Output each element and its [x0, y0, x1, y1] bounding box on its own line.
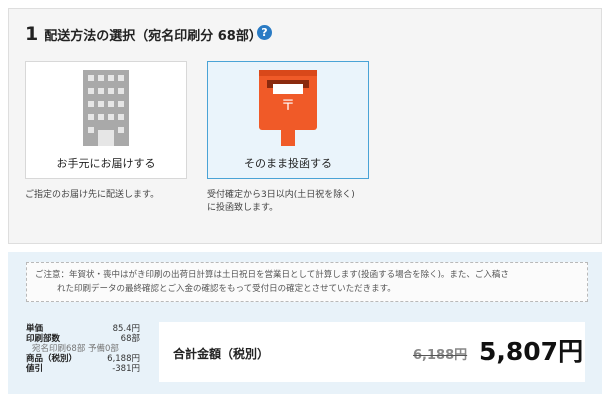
delivery-method-section: 1 配送方法の選択（宛名印刷分 68部） ? お手元にお届けする ご指定のお届け…: [8, 8, 602, 244]
discount-row: 値引 -381円: [26, 364, 140, 374]
print-count-sub-row: 宛名印刷68部 予備0部: [26, 344, 140, 354]
print-count-row: 印刷部数 68部: [26, 334, 140, 344]
unit-price-row: 単価 85.4円: [26, 324, 140, 334]
price-breakdown: 単価 85.4円 印刷部数 68部 宛名印刷68部 予備0部 商品（税別） 6,…: [26, 324, 140, 374]
option-deliver-to-hand[interactable]: お手元にお届けする: [25, 61, 187, 179]
svg-text:〒: 〒: [281, 98, 295, 114]
final-price: 5,807円: [479, 337, 584, 366]
section-number: 1: [25, 23, 39, 45]
notice-box: ご注意：年賀状・喪中はがき印刷の出荷日計算は土日祝日を営業日として計算します(投…: [26, 262, 588, 302]
unit-price-value: 85.4円: [112, 324, 140, 334]
building-icon: [83, 70, 129, 150]
goods-value: 6,188円: [107, 354, 140, 364]
total-label: 合計金額（税別）: [173, 347, 270, 361]
print-count-value: 68部: [120, 334, 140, 344]
question-icon[interactable]: ?: [257, 25, 272, 40]
print-count-label: 印刷部数: [26, 334, 61, 344]
option-label-post: そのまま投函する: [244, 157, 332, 170]
notice-line-2: れた印刷データの最終確認とご入金の確認をもって受付日の確定とさせていただきます。: [57, 284, 396, 294]
notice-line-1: ご注意：年賀状・喪中はがき印刷の出荷日計算は土日祝日を営業日として計算します(投…: [35, 270, 509, 280]
unit-price-label: 単価: [26, 324, 44, 334]
price-summary-section: ご注意：年賀状・喪中はがき印刷の出荷日計算は土日祝日を営業日として計算します(投…: [8, 252, 602, 394]
option-description-deliver: ご指定のお届け先に配送します。: [25, 190, 160, 200]
print-count-detail: 宛名印刷68部 予備0部: [32, 344, 119, 354]
goods-row: 商品（税別） 6,188円: [26, 354, 140, 364]
goods-label: 商品（税別）: [26, 354, 78, 364]
old-price: 6,188円: [413, 348, 468, 363]
section-label: 配送方法の選択（宛名印刷分 68部）: [44, 29, 262, 44]
total-box: 合計金額（税別） 6,188円 5,807円: [159, 322, 585, 382]
option-post-directly[interactable]: 〒 そのまま投函する: [207, 61, 369, 179]
discount-label: 値引: [26, 364, 44, 374]
section-title: 1 配送方法の選択（宛名印刷分 68部）: [25, 23, 262, 45]
discount-value: -381円: [112, 364, 140, 374]
option-description-post: 受付確定から3日以内(土日祝を除く) に投函致します。: [207, 190, 355, 213]
option-label-deliver: お手元にお届けする: [56, 157, 156, 170]
mailbox-icon: 〒: [259, 70, 317, 150]
